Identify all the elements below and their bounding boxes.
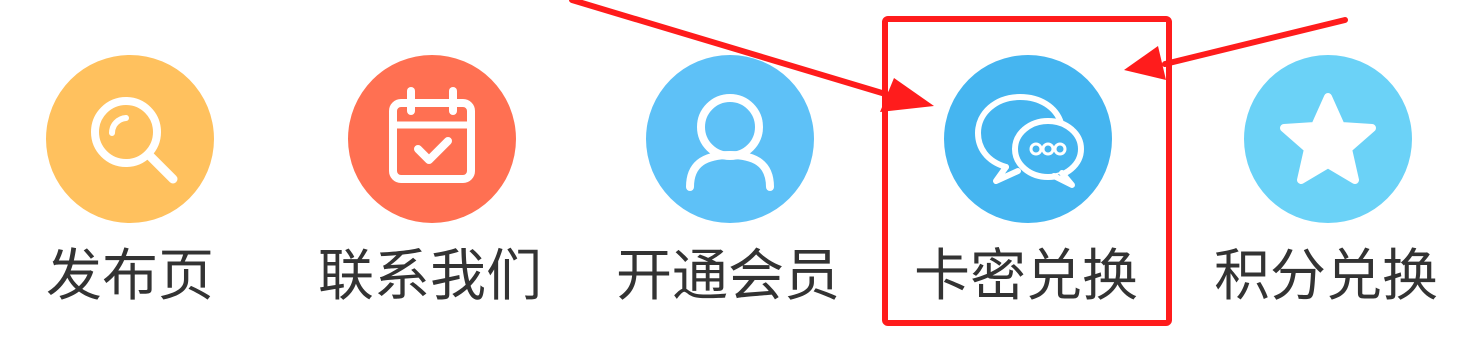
menu-item-label: 开通会员: [616, 244, 840, 309]
calendar-check-icon: [348, 55, 516, 223]
menu-item-publish-page[interactable]: 发布页: [30, 0, 230, 348]
menu-item-open-membership[interactable]: 开通会员: [608, 0, 848, 348]
highlight-box: [882, 16, 1172, 326]
star-icon: [1244, 55, 1412, 223]
menu-item-label: 联系我们: [318, 244, 542, 309]
menu-item-redeem-points[interactable]: 积分兑换: [1206, 0, 1446, 348]
menu-item-contact-us[interactable]: 联系我们: [310, 0, 550, 348]
user-icon: [646, 55, 814, 223]
menu-item-label: 积分兑换: [1214, 244, 1438, 309]
menu-item-label: 发布页: [46, 244, 214, 309]
search-icon: [46, 55, 214, 223]
